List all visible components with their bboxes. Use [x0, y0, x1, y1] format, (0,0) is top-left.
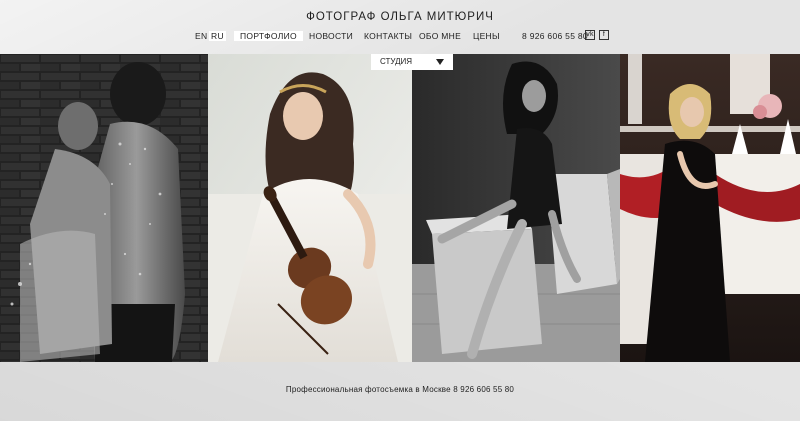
main-nav: EN RU ПОРТФОЛИО НОВОСТИ КОНТАКТЫ ОБО МНЕ…: [0, 30, 800, 43]
vk-icon[interactable]: vk: [585, 30, 595, 40]
nav-prices[interactable]: ЦЕНЫ: [473, 31, 500, 41]
portfolio-gallery: [0, 54, 800, 362]
photo-woman-cube-bw[interactable]: [412, 54, 620, 362]
site-header: ФОТОГРАФ ОЛЬГА МИТЮРИЧ EN RU ПОРТФОЛИО Н…: [0, 0, 800, 54]
category-selected-label: СТУДИЯ: [380, 57, 413, 66]
site-title[interactable]: ФОТОГРАФ ОЛЬГА МИТЮРИЧ: [0, 11, 800, 23]
caret-down-icon: [436, 59, 444, 65]
photo-violinist[interactable]: [208, 54, 412, 362]
nav-about[interactable]: ОБО МНЕ: [419, 31, 461, 41]
nav-news[interactable]: НОВОСТИ: [309, 31, 353, 41]
lang-en-link[interactable]: EN: [195, 31, 207, 41]
lang-ru-link[interactable]: RU: [209, 31, 226, 41]
photo-couple-bw[interactable]: [0, 54, 208, 362]
photo-woman-banquet[interactable]: [620, 54, 800, 362]
facebook-icon[interactable]: f: [599, 30, 609, 40]
nav-portfolio[interactable]: ПОРТФОЛИО: [234, 31, 303, 41]
nav-contacts[interactable]: КОНТАКТЫ: [364, 31, 412, 41]
footer-text: Профессиональная фотосъемка в Москве 8 9…: [285, 385, 515, 394]
header-phone: 8 926 606 55 80: [522, 31, 588, 41]
portfolio-category-select[interactable]: СТУДИЯ: [371, 54, 453, 70]
